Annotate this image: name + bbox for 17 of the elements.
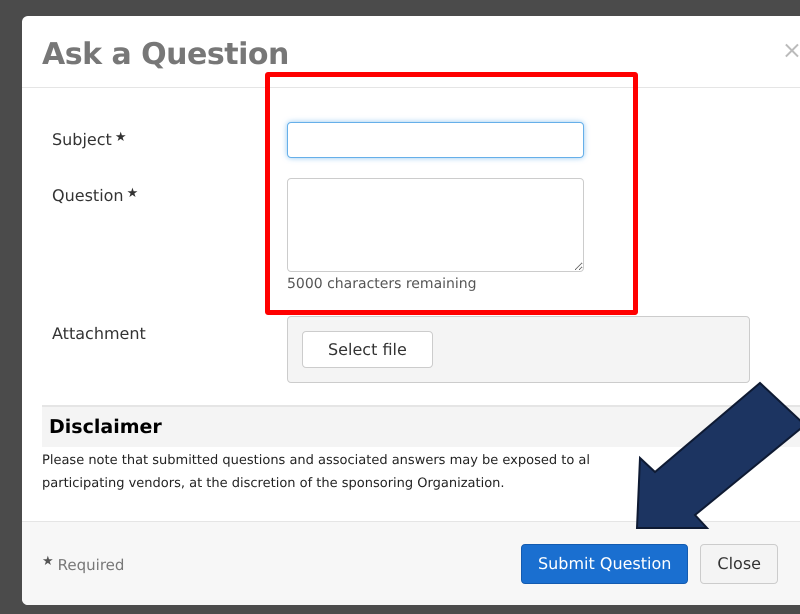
disclaimer-text: Please note that submitted questions and associated answers may be exposed to al [42,452,590,470]
required-icon: ★ [42,552,54,572]
subject-input-field[interactable] [287,122,584,158]
submit-button[interactable]: Submit Question [521,544,688,584]
required-note: Required [58,555,124,576]
field-label: Question [52,186,124,205]
select-file-button[interactable]: Select file [302,331,433,368]
question-textarea-field[interactable] [287,178,584,272]
characters-remaining-text: 5000 characters remaining [287,275,478,294]
dialog-title: Ask a Question [42,36,289,74]
disclaimer-text: participating vendors, at the discretion of the sponsoring Organization. [42,475,505,493]
disclaimer-heading: Disclaimer [49,414,162,440]
required-icon: ★ [126,186,138,201]
field-label: Attachment [52,324,146,343]
field-label: Subject [52,130,112,149]
required-icon: ★ [114,130,126,145]
close-button[interactable]: Close [700,544,778,584]
